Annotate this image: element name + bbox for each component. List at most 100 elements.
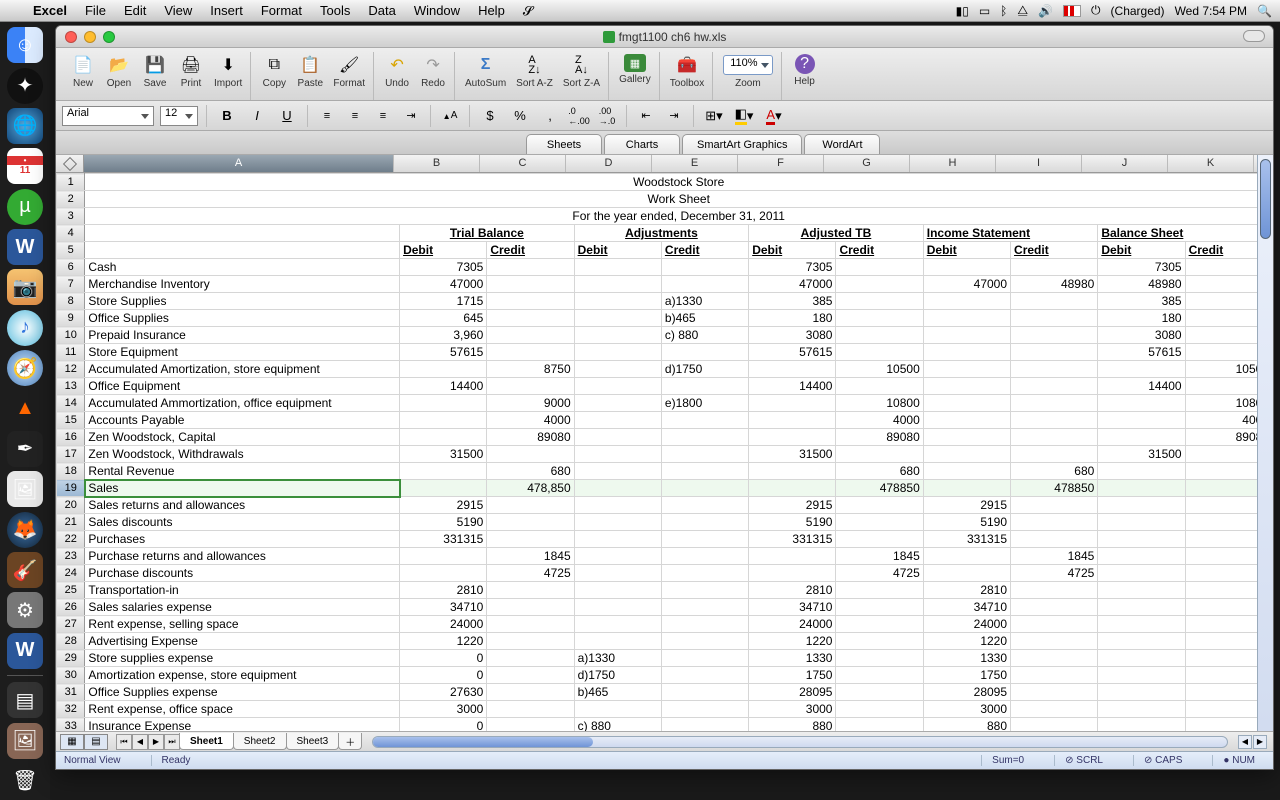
cell[interactable]: 1750 [923, 667, 1010, 684]
comma-button[interactable]: , [538, 105, 562, 127]
cell[interactable] [574, 327, 661, 344]
cell[interactable] [574, 548, 661, 565]
titlebar-pill-button[interactable] [1243, 30, 1265, 42]
cell[interactable]: 680 [487, 463, 574, 480]
bold-button[interactable]: B [215, 105, 239, 127]
cell[interactable] [661, 718, 748, 732]
page-layout-view-button[interactable]: ▤ [84, 734, 108, 750]
group-trial-balance[interactable]: Trial Balance [400, 225, 575, 242]
cell[interactable] [836, 514, 923, 531]
group-income-statement[interactable]: Income Statement [923, 225, 1098, 242]
cell[interactable]: 680 [836, 463, 923, 480]
sort-za-button[interactable]: ZA↓Sort Z-A [559, 52, 604, 100]
cell[interactable]: 89080 [487, 429, 574, 446]
sheet-nav-last[interactable]: ⏭ [164, 734, 180, 750]
cell[interactable]: 4725 [487, 565, 574, 582]
dock-itunes[interactable]: ♪ [5, 309, 45, 347]
cell[interactable] [487, 531, 574, 548]
menu-insert[interactable]: Insert [201, 3, 252, 18]
cell[interactable]: Rental Revenue [85, 463, 400, 480]
col-credit[interactable]: Credit [836, 242, 923, 259]
cell[interactable] [923, 259, 1010, 276]
title-row-3[interactable]: For the year ended, December 31, 2011 [85, 208, 1273, 225]
cell[interactable]: 1845 [1011, 548, 1098, 565]
cell[interactable] [487, 378, 574, 395]
cell[interactable] [923, 446, 1010, 463]
row-header[interactable]: 27 [57, 616, 85, 633]
cell[interactable] [661, 259, 748, 276]
cell[interactable] [836, 599, 923, 616]
bluetooth-icon[interactable]: ᛒ [1000, 4, 1007, 18]
cell[interactable]: 31500 [1098, 446, 1185, 463]
cell[interactable] [574, 616, 661, 633]
cell[interactable]: Office Equipment [85, 378, 400, 395]
cell[interactable] [487, 718, 574, 732]
cell[interactable] [400, 548, 487, 565]
col-header-K[interactable]: K [1168, 155, 1254, 172]
title-row-1[interactable]: Woodstock Store [85, 174, 1273, 191]
cell[interactable]: 5190 [400, 514, 487, 531]
row-header[interactable]: 3 [57, 208, 85, 225]
align-left-button[interactable]: ≡ [316, 105, 338, 127]
cell[interactable] [836, 293, 923, 310]
menu-view[interactable]: View [155, 3, 201, 18]
cell[interactable] [661, 701, 748, 718]
hscroll-left[interactable]: ◀ [1238, 735, 1252, 749]
cell[interactable] [574, 514, 661, 531]
cell[interactable] [1098, 412, 1185, 429]
cell[interactable]: 47000 [923, 276, 1010, 293]
cell[interactable]: 680 [1011, 463, 1098, 480]
cell[interactable]: Zen Woodstock, Withdrawals [85, 446, 400, 463]
cell[interactable]: Store Supplies [85, 293, 400, 310]
group-adjustments[interactable]: Adjustments [574, 225, 749, 242]
sheet-tab-add[interactable]: ＋ [338, 733, 362, 750]
row-header[interactable]: 32 [57, 701, 85, 718]
battery-icon[interactable]: ▮▯ [956, 4, 969, 18]
cell[interactable]: Sales returns and allowances [85, 497, 400, 514]
cell[interactable] [487, 599, 574, 616]
cell[interactable] [487, 293, 574, 310]
open-button[interactable]: 📂Open [102, 52, 136, 100]
dock-safari[interactable]: 🧭 [5, 349, 45, 387]
row-header[interactable]: 1 [57, 174, 85, 191]
dock-finder[interactable]: ☺ [5, 26, 45, 64]
dock-sysprefs[interactable]: ⚙ [5, 591, 45, 629]
cell[interactable] [923, 327, 1010, 344]
cell[interactable] [400, 429, 487, 446]
cell[interactable] [1098, 582, 1185, 599]
col-header-I[interactable]: I [996, 155, 1082, 172]
autosum-button[interactable]: ΣAutoSum [461, 52, 510, 100]
cell[interactable] [1011, 412, 1098, 429]
cell[interactable] [574, 310, 661, 327]
row-header[interactable]: 12 [57, 361, 85, 378]
cell[interactable] [749, 565, 836, 582]
cell[interactable] [836, 497, 923, 514]
row-header[interactable]: 21 [57, 514, 85, 531]
cell[interactable]: Purchase discounts [85, 565, 400, 582]
cell[interactable] [923, 310, 1010, 327]
cell[interactable] [1011, 582, 1098, 599]
merge-button[interactable]: ⇥ [400, 105, 422, 127]
col-header-H[interactable]: H [910, 155, 996, 172]
sheet-tab-2[interactable]: Sheet2 [233, 733, 287, 750]
cell[interactable] [400, 395, 487, 412]
cell[interactable] [487, 446, 574, 463]
cell[interactable]: 34710 [749, 599, 836, 616]
cell[interactable]: 7305 [749, 259, 836, 276]
cell[interactable] [85, 242, 400, 259]
font-size-select[interactable]: 12 [160, 106, 198, 126]
cell[interactable] [487, 276, 574, 293]
cell[interactable]: 180 [749, 310, 836, 327]
cell[interactable]: Prepaid Insurance [85, 327, 400, 344]
row-header[interactable]: 16 [57, 429, 85, 446]
cell[interactable]: 0 [400, 650, 487, 667]
cell[interactable] [1098, 684, 1185, 701]
vertical-scrollbar[interactable] [1257, 155, 1273, 731]
menu-window[interactable]: Window [405, 3, 469, 18]
cell[interactable]: 10800 [836, 395, 923, 412]
cell[interactable]: 880 [923, 718, 1010, 732]
cell[interactable] [85, 225, 400, 242]
cell[interactable] [1098, 480, 1185, 497]
gallery-button[interactable]: ▦Gallery [615, 52, 655, 100]
cell[interactable] [1098, 429, 1185, 446]
